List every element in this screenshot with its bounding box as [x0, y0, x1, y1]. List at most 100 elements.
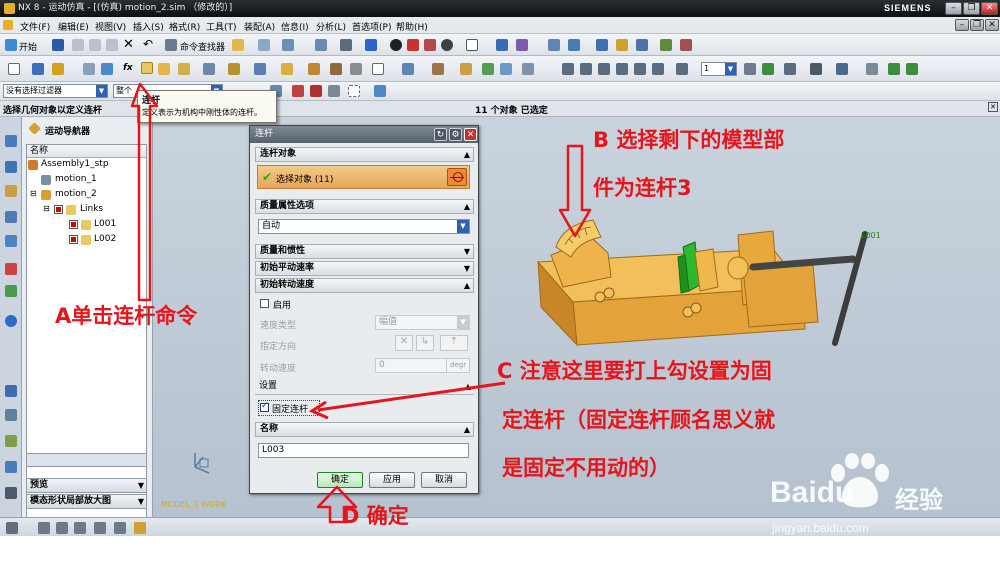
reverse-direction-icon[interactable]: ✕	[395, 335, 413, 351]
dialog-close-button[interactable]: ✕	[464, 128, 477, 141]
step-combobox[interactable]: 1 ▼	[701, 62, 737, 76]
command-finder-button[interactable]: 命令查找器	[180, 40, 225, 53]
menu-insert[interactable]: 插入(S)	[133, 20, 164, 33]
rotate-icon[interactable]	[516, 39, 528, 51]
l002-checkbox[interactable]	[69, 235, 78, 244]
motion-navigator-rail-icon[interactable]	[5, 487, 17, 499]
solver-icon[interactable]	[432, 63, 444, 75]
step-forward-icon[interactable]	[634, 63, 646, 75]
new-icon[interactable]	[8, 63, 20, 75]
report-icon[interactable]	[660, 39, 672, 51]
menu-help[interactable]: 帮助(H)	[396, 20, 428, 33]
menu-file[interactable]: 文件(F)	[20, 20, 50, 33]
menu-analysis[interactable]: 分析(L)	[316, 20, 346, 33]
function-manager-icon[interactable]	[101, 63, 113, 75]
copy-icon[interactable]	[89, 39, 101, 51]
rectangle-select-icon[interactable]	[348, 85, 360, 97]
stop-icon[interactable]	[784, 63, 796, 75]
column-header[interactable]: 名称	[27, 145, 146, 158]
interference-icon[interactable]	[500, 63, 512, 75]
box-icon[interactable]	[424, 39, 436, 51]
animation-icon[interactable]	[460, 63, 472, 75]
selection-tools-icon[interactable]	[134, 522, 146, 534]
initial-translational-velocity-section[interactable]: 初始平动速率 ▼	[255, 261, 474, 276]
view-tools-icon[interactable]	[38, 522, 50, 534]
fixed-link-checkbox[interactable]: ✓	[260, 401, 269, 412]
mass-inertia-section[interactable]: 质量和惯性 ▼	[255, 244, 474, 259]
record-icon[interactable]	[744, 63, 756, 75]
link-command-icon[interactable]	[141, 62, 153, 74]
next-icon[interactable]	[906, 63, 918, 75]
status-close-icon[interactable]: ✕	[988, 102, 998, 112]
mass-options-section[interactable]: 质量属性选项 ▲	[255, 199, 474, 214]
motion-nav-icon[interactable]	[83, 63, 95, 75]
section-icon[interactable]	[407, 39, 419, 51]
step-back-icon[interactable]	[580, 63, 592, 75]
undo-icon[interactable]: ↶	[143, 37, 153, 51]
velocity-type-dropdown[interactable]: 幅值 ▼	[375, 315, 470, 330]
quick-pick-icon[interactable]	[310, 85, 322, 97]
xy-graph-icon[interactable]	[522, 63, 534, 75]
load-icon[interactable]	[281, 63, 293, 75]
initial-rotational-velocity-section[interactable]: 初始转动速度 ▲	[255, 278, 474, 293]
doc-restore-button[interactable]: ❐	[970, 19, 984, 31]
minimize-button[interactable]: –	[945, 2, 962, 15]
menu-assembly[interactable]: 装配(A)	[244, 20, 275, 33]
joint-icon[interactable]	[158, 63, 170, 75]
maximize-button[interactable]: ❐	[963, 2, 980, 15]
ok-button[interactable]: 确定	[317, 472, 363, 488]
connector-icon[interactable]	[203, 63, 215, 75]
menu-info[interactable]: 信息(I)	[281, 20, 309, 33]
part-navigator-icon[interactable]	[5, 185, 17, 197]
apply-button[interactable]: 应用	[369, 472, 415, 488]
expand-icon[interactable]: ⊟	[43, 204, 50, 213]
menu-view[interactable]: 视图(V)	[95, 20, 126, 33]
marker-point-icon[interactable]	[330, 63, 342, 75]
loop-icon[interactable]	[676, 63, 688, 75]
selection-icon[interactable]	[232, 39, 244, 51]
zoom-icon[interactable]	[866, 63, 878, 75]
rotational-speed-input[interactable]: 0	[375, 358, 447, 373]
manufacturing-wizard-icon[interactable]	[5, 409, 17, 421]
pan-icon[interactable]	[496, 39, 508, 51]
enable-checkbox[interactable]	[260, 299, 269, 308]
trace-icon[interactable]	[482, 63, 494, 75]
fast-forward-icon[interactable]	[652, 63, 664, 75]
driver-icon[interactable]	[350, 63, 362, 75]
navigator-scrollbar[interactable]	[26, 453, 147, 467]
doc-minimize-button[interactable]: –	[955, 19, 969, 31]
deselect-icon[interactable]	[292, 85, 304, 97]
constraint-icon[interactable]	[372, 63, 384, 75]
selection-filter-combobox[interactable]: 没有选择过滤器 ▼	[3, 84, 108, 98]
system-materials-icon[interactable]	[5, 315, 17, 327]
settings-section[interactable]: 设置 ▲	[255, 380, 474, 395]
layer-tools-icon[interactable]	[94, 522, 106, 534]
delete-icon[interactable]: ✕	[123, 37, 134, 52]
shaded-icon[interactable]	[365, 39, 377, 51]
layer-icon[interactable]	[282, 39, 294, 51]
crosshair-select-icon[interactable]	[447, 168, 467, 186]
snap-icon[interactable]	[258, 39, 270, 51]
assembly-navigator-icon[interactable]	[5, 135, 17, 147]
fit-view-icon[interactable]	[315, 39, 327, 51]
roles-icon[interactable]	[5, 435, 17, 447]
master-model-icon[interactable]	[52, 63, 64, 75]
reset-icon[interactable]: ↻	[434, 128, 447, 141]
orient-view-icon[interactable]	[340, 39, 352, 51]
system-scenes-icon[interactable]	[5, 461, 17, 473]
display-tools-icon[interactable]	[114, 522, 126, 534]
web-browser-icon[interactable]	[5, 263, 17, 275]
history-icon[interactable]	[5, 285, 17, 297]
reuse-library-icon[interactable]	[5, 211, 17, 223]
grid-icon[interactable]	[548, 39, 560, 51]
pin-icon[interactable]	[6, 522, 18, 534]
marker-icon[interactable]	[616, 39, 628, 51]
cut-icon[interactable]	[72, 39, 84, 51]
close-window-button[interactable]: ✕	[981, 2, 998, 15]
menu-preferences[interactable]: 首选项(P)	[352, 20, 391, 33]
link-object-section[interactable]: 连杆对象 ▲	[255, 147, 474, 162]
paste-icon[interactable]	[106, 39, 118, 51]
camera-icon[interactable]	[836, 63, 848, 75]
l001-checkbox[interactable]	[69, 220, 78, 229]
gear-icon[interactable]: ⚙	[449, 128, 462, 141]
